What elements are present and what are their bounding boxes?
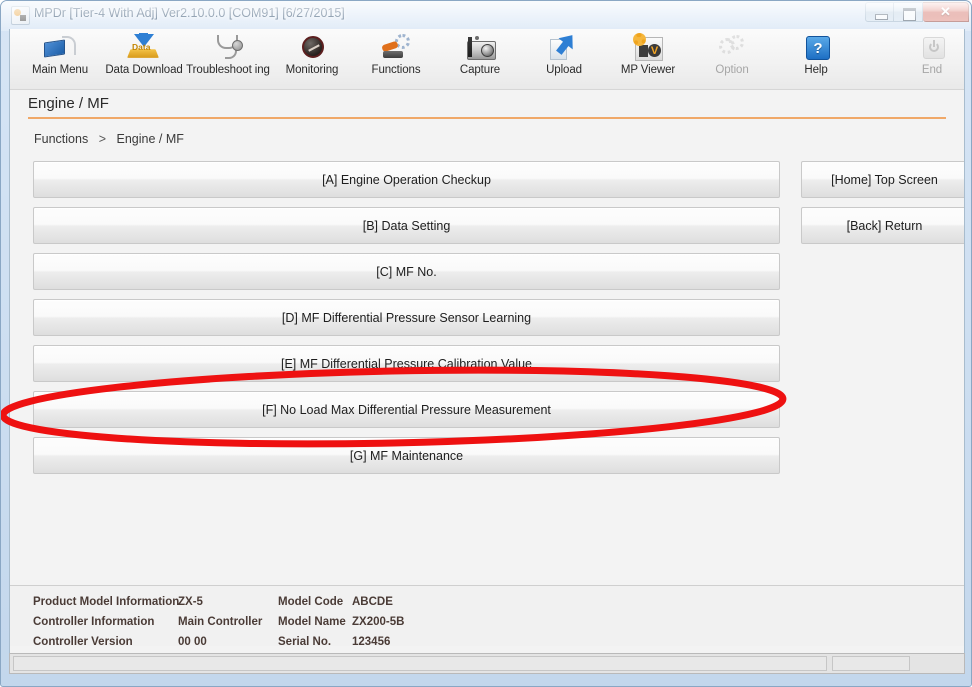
toolbar-label-end: End bbox=[921, 64, 943, 76]
toolbar-label-data-download: Data Download bbox=[105, 64, 183, 76]
monitor-cable-icon bbox=[43, 33, 77, 63]
menu-button-e[interactable]: [E] MF Differential Pressure Calibration… bbox=[33, 345, 780, 382]
info-label-product-model-information: Product Model Information bbox=[33, 596, 180, 608]
info-value-model-code: ABCDE bbox=[352, 596, 393, 608]
breadcrumb-current: Engine / MF bbox=[116, 132, 184, 146]
toolbar-button-mp-viewer[interactable]: V MP Viewer bbox=[606, 33, 690, 87]
menu-button-d[interactable]: [D] MF Differential Pressure Sensor Lear… bbox=[33, 299, 780, 336]
page-header: Engine / MF bbox=[28, 95, 946, 119]
app-icon bbox=[11, 6, 30, 25]
breadcrumb-separator-icon: > bbox=[98, 132, 106, 146]
download-icon-badge: Data bbox=[132, 42, 151, 52]
info-label-controller-version: Controller Version bbox=[33, 636, 133, 648]
toolbar-button-main-menu[interactable]: Main Menu bbox=[18, 33, 102, 87]
info-value-model-name: ZX200-5B bbox=[352, 616, 405, 628]
info-label-model-code: Model Code bbox=[278, 596, 344, 608]
page-title: Engine / MF bbox=[28, 95, 109, 112]
excavator-gear-icon bbox=[379, 33, 413, 63]
stethoscope-icon bbox=[211, 33, 245, 63]
download-arrow-icon: Data bbox=[127, 33, 161, 63]
status-bar bbox=[9, 653, 965, 674]
toolbar-button-monitoring[interactable]: Monitoring bbox=[270, 33, 354, 87]
question-mark-icon: ? bbox=[799, 33, 833, 63]
toolbar-label-main-menu: Main Menu bbox=[32, 64, 88, 76]
gears-icon bbox=[715, 33, 749, 63]
client-area: Main Menu Data Data Download Troubleshoo… bbox=[9, 29, 965, 674]
app-icon-glyph-b bbox=[20, 15, 26, 21]
upload-arrow-icon bbox=[547, 29, 581, 63]
info-value-serial-no: 123456 bbox=[352, 636, 391, 648]
toolbar-label-capture: Capture bbox=[459, 64, 501, 76]
menu-button-f[interactable]: [F] No Load Max Differential Pressure Me… bbox=[33, 391, 780, 428]
maximize-button[interactable] bbox=[894, 2, 923, 22]
info-value-controller-information: Main Controller bbox=[178, 616, 263, 628]
toolbar-label-upload: Upload bbox=[546, 64, 582, 76]
camera-icon bbox=[463, 33, 497, 63]
menu-button-c[interactable]: [C] MF No. bbox=[33, 253, 780, 290]
main-toolbar: Main Menu Data Data Download Troubleshoo… bbox=[10, 29, 964, 90]
power-icon bbox=[915, 33, 949, 63]
status-bar-main-panel bbox=[13, 656, 827, 671]
gauge-icon bbox=[295, 33, 329, 63]
info-label-controller-information: Controller Information bbox=[33, 616, 155, 628]
back-return-button[interactable]: [Back] Return bbox=[801, 207, 964, 244]
minimize-icon bbox=[875, 14, 888, 20]
menu-button-a[interactable]: [A] Engine Operation Checkup bbox=[33, 161, 780, 198]
toolbar-label-option: Option bbox=[715, 64, 749, 76]
mp-viewer-icon: V bbox=[631, 33, 665, 63]
close-icon: ✕ bbox=[940, 4, 951, 19]
menu-button-g[interactable]: [G] MF Maintenance bbox=[33, 437, 780, 474]
maximize-icon bbox=[903, 8, 916, 21]
toolbar-label-troubleshooting: Troubleshoot ing bbox=[186, 64, 270, 76]
toolbar-button-option: Option bbox=[690, 33, 774, 87]
info-value-controller-version: 00 00 bbox=[178, 636, 207, 648]
info-value-product-model-information: ZX-5 bbox=[178, 596, 203, 608]
menu-button-b[interactable]: [B] Data Setting bbox=[33, 207, 780, 244]
status-bar-secondary-panel bbox=[832, 656, 910, 671]
window-title: MPDr [Tier-4 With Adj] Ver2.10.0.0 [COM9… bbox=[34, 6, 345, 20]
toolbar-button-functions[interactable]: Functions bbox=[354, 33, 438, 87]
toolbar-button-troubleshooting[interactable]: Troubleshoot ing bbox=[186, 33, 270, 87]
toolbar-label-mp-viewer: MP Viewer bbox=[620, 64, 676, 76]
toolbar-button-upload[interactable]: Upload bbox=[522, 29, 606, 87]
title-underline bbox=[28, 117, 946, 119]
title-bar[interactable]: MPDr [Tier-4 With Adj] Ver2.10.0.0 [COM9… bbox=[1, 1, 971, 29]
toolbar-label-help: Help bbox=[804, 64, 828, 76]
application-window: MPDr [Tier-4 With Adj] Ver2.10.0.0 [COM9… bbox=[0, 0, 972, 687]
toolbar-button-end: End bbox=[890, 33, 964, 87]
window-controls: ✕ bbox=[865, 2, 969, 23]
info-panel: Product Model Information ZX-5 Model Cod… bbox=[10, 586, 964, 648]
toolbar-button-data-download[interactable]: Data Data Download bbox=[102, 33, 186, 87]
minimize-button[interactable] bbox=[865, 2, 894, 22]
info-label-model-name: Model Name bbox=[278, 616, 346, 628]
close-button[interactable]: ✕ bbox=[923, 2, 969, 22]
toolbar-label-functions: Functions bbox=[371, 64, 421, 76]
home-top-screen-button[interactable]: [Home] Top Screen bbox=[801, 161, 964, 198]
toolbar-button-help[interactable]: ? Help bbox=[774, 33, 858, 87]
breadcrumb: Functions > Engine / MF bbox=[34, 132, 184, 146]
info-label-serial-no: Serial No. bbox=[278, 636, 332, 648]
toolbar-button-capture[interactable]: Capture bbox=[438, 33, 522, 87]
breadcrumb-root[interactable]: Functions bbox=[34, 132, 88, 146]
toolbar-label-monitoring: Monitoring bbox=[285, 64, 339, 76]
